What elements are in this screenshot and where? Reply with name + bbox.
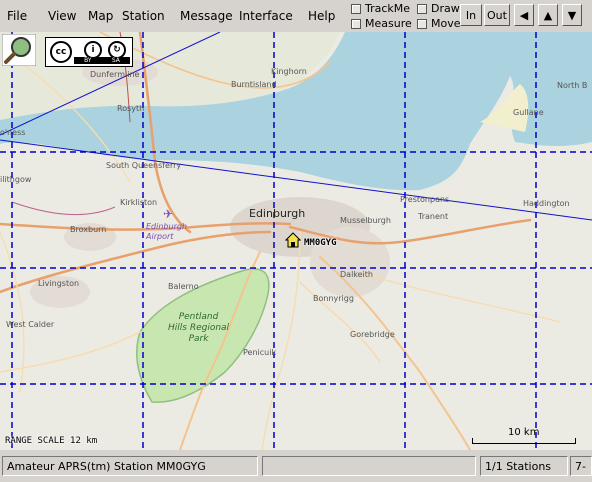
scale-bar — [472, 438, 576, 444]
menu-message[interactable]: Message — [180, 9, 233, 23]
place-edinburgh: Edinburgh — [249, 207, 306, 220]
draw-toggle[interactable]: Draw — [417, 2, 460, 15]
measure-checkbox[interactable] — [351, 18, 361, 29]
scale-bar-label: 10 km — [508, 427, 540, 438]
place-balerno: Balerno — [168, 282, 199, 291]
place-bo-ness: o'ness — [0, 128, 26, 137]
place-burntisland: Burntisland — [231, 80, 277, 89]
menubar: File View Map Station Message Interface … — [0, 0, 592, 33]
menu-help[interactable]: Help — [308, 9, 335, 23]
place-broxburn: Broxburn — [70, 225, 107, 234]
magnifier-search-icon[interactable] — [2, 34, 36, 66]
station-callsign-label[interactable]: MM0GYG — [304, 238, 337, 248]
place-west-calder: West Calder — [6, 320, 55, 329]
status-message: Amateur APRS(tm) Station MM0GYG — [2, 456, 258, 476]
menu-interface[interactable]: Interface — [239, 9, 293, 23]
cc-icon: cc — [50, 41, 72, 63]
place-bonnyrigg: Bonnyrigg — [313, 294, 354, 303]
place-prestonpans: Prestonpans — [400, 195, 450, 204]
cc-license-badge: cc i ↻ BY SA — [45, 37, 133, 67]
draw-label: Draw — [431, 2, 460, 15]
trackme-toggle[interactable]: TrackMe — [351, 2, 410, 15]
move-checkbox[interactable] — [417, 18, 427, 29]
status-station-count: 1/1 Stations — [480, 456, 568, 476]
place-south-queensferry: South Queensferry — [106, 161, 182, 170]
svg-text:✈: ✈ — [163, 207, 173, 221]
status-empty-field — [262, 456, 476, 476]
place-haddington: Haddington — [523, 199, 570, 208]
menu-station[interactable]: Station — [122, 9, 165, 23]
place-kirkliston: Kirkliston — [120, 198, 158, 207]
license-strip: BY SA — [74, 57, 130, 64]
pan-up-button[interactable]: ▲ — [538, 4, 558, 26]
place-linlithgow: ilithgow — [0, 175, 32, 184]
move-label: Move — [431, 17, 461, 30]
license-by-label: BY — [84, 57, 92, 64]
place-gorebridge: Gorebridge — [350, 330, 395, 339]
statusbar: Amateur APRS(tm) Station MM0GYG 1/1 Stat… — [0, 450, 592, 482]
menu-view[interactable]: View — [48, 9, 76, 23]
pan-down-button[interactable]: ▼ — [562, 4, 582, 26]
trackme-checkbox[interactable] — [351, 3, 361, 14]
menu-file[interactable]: File — [7, 9, 27, 23]
place-livingston: Livingston — [38, 279, 80, 288]
place-pentland-park: Pentland Hills Regional Park — [168, 312, 230, 344]
map-canvas[interactable]: ✈ cc i ↻ BY SA Dunfermline Rosyth Burnti… — [0, 32, 592, 450]
place-rosyth: Rosyth — [117, 104, 145, 113]
place-musselburgh: Musselburgh — [340, 216, 391, 225]
place-dalkeith: Dalkeith — [340, 270, 373, 279]
place-gullane: Gullane — [513, 108, 544, 117]
status-extra: 7- — [570, 456, 592, 476]
station-house-icon[interactable] — [285, 232, 301, 248]
place-penicuik: Penicuik — [243, 348, 277, 357]
menu-map[interactable]: Map — [88, 9, 113, 23]
measure-toggle[interactable]: Measure — [351, 17, 412, 30]
zoom-out-button[interactable]: Out — [484, 4, 510, 26]
range-scale-text: RANGE SCALE 12 km — [5, 436, 98, 446]
license-sa-label: SA — [111, 57, 120, 64]
place-tranent: Tranent — [418, 212, 449, 221]
move-toggle[interactable]: Move — [417, 17, 461, 30]
pan-left-button[interactable]: ◀ — [514, 4, 534, 26]
place-north-berwick: North B — [557, 81, 588, 90]
place-edinburgh-airport: Edinburgh Airport — [146, 222, 188, 241]
trackme-label: TrackMe — [365, 2, 411, 15]
draw-checkbox[interactable] — [417, 3, 427, 14]
place-dunfermline: Dunfermline — [90, 70, 140, 79]
place-kinghorn: Kinghorn — [271, 67, 307, 76]
measure-label: Measure — [365, 17, 412, 30]
zoom-in-button[interactable]: In — [460, 4, 482, 26]
